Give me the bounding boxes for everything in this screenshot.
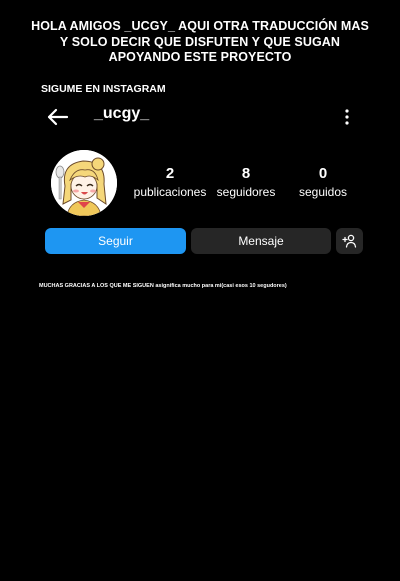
message-button[interactable]: Mensaje bbox=[191, 228, 331, 254]
banner-line-3: APOYANDO ESTE PROYECTO bbox=[108, 50, 292, 64]
posts-label: publicaciones bbox=[133, 185, 207, 199]
followers-count: 8 bbox=[241, 165, 251, 182]
arrow-left-icon[interactable] bbox=[46, 106, 70, 128]
banner-line-1: HOLA AMIGOS _UCGY_ AQUI OTRA TRADUCCIÓN … bbox=[31, 19, 369, 33]
posts-count: 2 bbox=[165, 165, 175, 182]
anime-girl-avatar-image bbox=[51, 150, 117, 216]
more-vertical-icon[interactable] bbox=[338, 108, 356, 126]
stat-followers[interactable]: 8 seguidores bbox=[212, 165, 280, 200]
following-label: seguidos bbox=[298, 185, 348, 199]
follow-button[interactable]: Seguir bbox=[45, 228, 186, 254]
avatar[interactable] bbox=[51, 150, 117, 216]
banner-text: HOLA AMIGOS _UCGY_ AQUI OTRA TRADUCCIÓN … bbox=[20, 19, 380, 66]
stat-following[interactable]: 0 seguidos bbox=[290, 165, 356, 200]
followers-label: seguidores bbox=[216, 185, 276, 199]
add-person-icon bbox=[342, 234, 357, 248]
thanks-message: MUCHAS GRACIAS A LOS QUE ME SIGUEN asign… bbox=[39, 283, 287, 289]
profile-username: _ucgy_ bbox=[94, 105, 150, 122]
follow-instagram-label: SIGUME EN INSTAGRAM bbox=[41, 83, 166, 95]
stat-posts[interactable]: 2 publicaciones bbox=[130, 165, 210, 200]
following-count: 0 bbox=[318, 165, 328, 182]
add-user-button[interactable] bbox=[336, 228, 363, 254]
banner-line-2: Y SOLO DECIR QUE DISFUTEN Y QUE SUGAN bbox=[59, 34, 341, 49]
